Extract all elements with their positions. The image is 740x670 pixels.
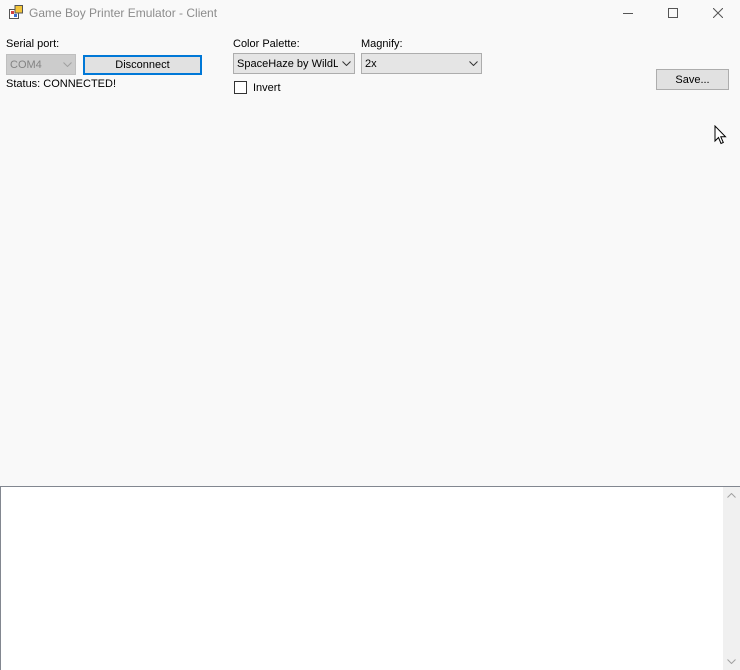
close-button[interactable] — [695, 0, 740, 26]
close-icon — [713, 8, 723, 18]
app-icon — [9, 5, 23, 19]
log-scrollbar[interactable] — [723, 487, 740, 670]
minimize-button[interactable] — [605, 0, 651, 26]
maximize-icon — [668, 8, 678, 18]
invert-label: Invert — [253, 82, 281, 94]
save-button[interactable]: Save... — [656, 69, 729, 90]
chevron-down-icon — [465, 54, 481, 73]
color-palette-label: Color Palette: — [233, 38, 300, 50]
scroll-down-arrow-icon[interactable] — [723, 653, 740, 670]
serial-port-value: COM4 — [10, 58, 42, 71]
magnify-select[interactable]: 2x — [361, 53, 482, 74]
title-bar[interactable]: Game Boy Printer Emulator - Client — [0, 0, 740, 26]
chevron-down-icon — [338, 54, 354, 73]
connection-status: Status: CONNECTED! — [6, 78, 117, 90]
minimize-icon — [623, 13, 633, 14]
chevron-down-icon — [59, 55, 75, 74]
color-palette-value: SpaceHaze by WildL — [237, 57, 338, 70]
color-palette-select[interactable]: SpaceHaze by WildL — [233, 53, 355, 74]
mouse-cursor-icon — [714, 124, 728, 145]
disconnect-button[interactable]: Disconnect — [83, 55, 202, 75]
invert-checkbox[interactable] — [234, 81, 247, 94]
log-textarea[interactable] — [0, 486, 740, 670]
magnify-value: 2x — [365, 57, 377, 70]
window-title: Game Boy Printer Emulator - Client — [29, 6, 218, 20]
serial-port-label: Serial port: — [6, 38, 60, 50]
magnify-label: Magnify: — [361, 38, 403, 50]
maximize-button[interactable] — [650, 0, 696, 26]
serial-port-select[interactable]: COM4 — [6, 54, 76, 75]
scroll-up-arrow-icon[interactable] — [723, 487, 740, 504]
